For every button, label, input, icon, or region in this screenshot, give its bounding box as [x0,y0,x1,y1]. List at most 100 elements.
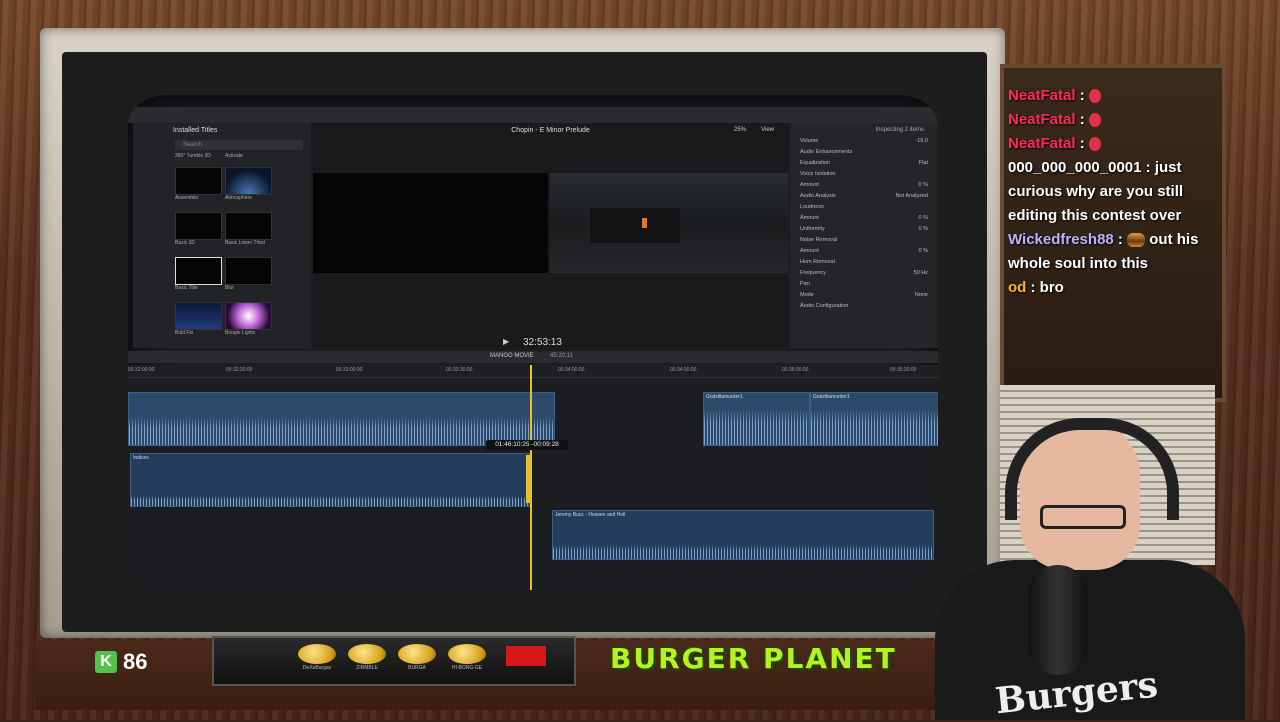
title-thumb[interactable] [225,257,272,285]
title-thumb[interactable] [175,212,222,240]
chat-username: od [1008,279,1027,296]
thumb-label: Basic Lower Third [225,240,265,246]
inspector-row[interactable]: Loudness [790,202,938,213]
chat-separator: : [1113,231,1128,248]
kick-icon: K [95,651,117,673]
inspector-row-label: Pan [800,281,810,287]
chat-username: 000_000_000_0001 [1008,159,1142,176]
inspector-row-value: 0 % [918,226,928,232]
audio-clip[interactable]: Indices [130,453,530,507]
timeline[interactable]: Indices Godzillamurder1 Godzillamurder1 … [128,378,938,590]
chat-message: 000_000_000_0001 : just curious why are … [1008,156,1208,228]
waveform [811,409,938,445]
title-thumb[interactable] [175,257,222,285]
chat-separator: : [1141,159,1155,176]
inspector-title: Inspecting 2 items [875,127,924,133]
knob-label: ZIRMBLE [356,665,378,671]
ruler-label: 00:34:00:00 [558,367,585,373]
inspector-row[interactable]: Audio Analysis Not Analyzed [790,191,938,202]
inspector-row-label: Hum Removal [800,259,835,265]
inspector-row[interactable]: Equalization Flat [790,158,938,169]
inspector-row[interactable]: Volume -16.0 [790,136,938,147]
knob-label: HI-BORG-GE [451,665,483,671]
inspector-row-value: -16.0 [915,138,928,144]
titles-browser: Installed Titles Search 360° Tumble 3D A… [133,123,311,348]
inspector-row-label: Noise Removal [800,237,838,243]
ruler-label: 00:34:30:00 [670,367,697,373]
title-thumb[interactable] [225,302,272,330]
inspector-row[interactable]: Audio Enhancements [790,147,938,158]
inspector-row-label: Audio Enhancements [800,149,853,155]
chat-separator: : [1026,279,1040,296]
chat-overlay: NeatFatal : NeatFatal : NeatFatal : 000_… [1008,84,1208,300]
inspector-row-value: 0 % [918,182,928,188]
play-icon[interactable]: ▶ [503,337,509,346]
thumb-label: Activate [225,153,243,159]
title-thumb[interactable] [175,167,222,195]
inspector-row[interactable]: Frequency 50 Hz [790,268,938,279]
viewer: Chopin - E Minor Prelude 25% View ▶ 32:5… [313,123,788,348]
emote-icon [1088,89,1101,104]
inspector-row-label: Amount [800,182,819,188]
gold-knob [448,644,486,664]
titles-search-input[interactable]: Search [175,140,303,150]
inspector-row-label: Equalization [800,160,830,166]
audio-clip[interactable]: Godzillamurder1 [703,392,810,446]
gold-knob [298,644,336,664]
knob-label: DeXaBurgas [302,665,332,671]
inspector-row[interactable]: Amount 0 % [790,213,938,224]
trim-tooltip: 01:46:10:25 -00:09:28 [486,440,568,450]
title-thumb[interactable] [225,212,272,240]
thumb-label: Boogie Lights [225,330,256,336]
ruler-label: 00:35:00:00 [782,367,809,373]
inspector-row-value: Flat [918,160,928,166]
ruler-label: 00:35:30:00 [890,367,917,373]
ruler-label: 00:32:30:00 [226,367,253,373]
clip-label: Godzillamurder1 [813,394,850,400]
viewer-timecode: 32:53:13 [523,337,562,348]
inspector-row-value: 50 Hz [913,270,928,276]
inspector-row[interactable]: Hum Removal [790,257,938,268]
project-name[interactable]: MANGO MOVIE [490,353,534,359]
gold-knob [398,644,436,664]
project-duration: 45:20:11 [550,353,573,359]
timeline-ruler[interactable]: 00:32:00:00 00:32:30:00 00:33:00:00 00:3… [128,365,938,378]
viewer-view-menu[interactable]: View [761,127,774,133]
inspector-row-value: Not Analyzed [895,193,928,199]
chat-username: NeatFatal [1008,135,1076,152]
audio-clip[interactable]: Jeremy Bucc - Heaven and Hell [552,510,934,560]
inspector-row-label: Frequency [800,270,826,276]
emote-icon [1088,113,1101,128]
chat-username: NeatFatal [1008,87,1076,104]
brand-title: BURGER PLANET [610,641,897,675]
audio-clip[interactable] [128,392,555,446]
thumb-label: Bold Fin [175,330,194,336]
glasses [1040,505,1126,529]
inspector-row[interactable]: Noise Removal [790,235,938,246]
title-thumb[interactable] [175,302,222,330]
gold-knob [348,644,386,664]
titles-browser-header[interactable]: Installed Titles [133,123,311,138]
inspector-row[interactable]: Amount 0 % [790,180,938,191]
inspector-row[interactable]: Audio Configuration [790,301,938,312]
inspector-row[interactable]: Amount 0 % [790,246,938,257]
video-frame-black [313,173,548,273]
inspector-row[interactable]: Mode None [790,290,938,301]
inspector-row[interactable]: Pan [790,279,938,290]
audio-inspector: Inspecting 2 items Volume -16.0 Audio Enha… [790,123,938,348]
audio-clip[interactable]: Godzillamurder1 [810,392,938,446]
inspector-row-value: None [914,292,928,298]
house-silhouette [590,208,680,243]
chat-message: Wickedfresh88 : out his whole soul into … [1008,228,1208,276]
tv-screen: Installed Titles Search 360° Tumble 3D A… [128,95,938,590]
thumb-label: Basic 3D [175,240,196,246]
title-thumb[interactable] [225,167,272,195]
viewer-zoom-select[interactable]: 25% [734,127,746,133]
trim-handle[interactable] [526,455,532,503]
inspector-row[interactable]: Uniformity 0 % [790,224,938,235]
menu-bar [128,107,938,123]
chat-message: NeatFatal : [1008,84,1208,108]
clip-label: Godzillamurder1 [706,394,743,400]
inspector-row[interactable]: Voice Isolation [790,169,938,180]
timeline-header: MANGO MOVIE 45:20:11 [128,351,938,363]
